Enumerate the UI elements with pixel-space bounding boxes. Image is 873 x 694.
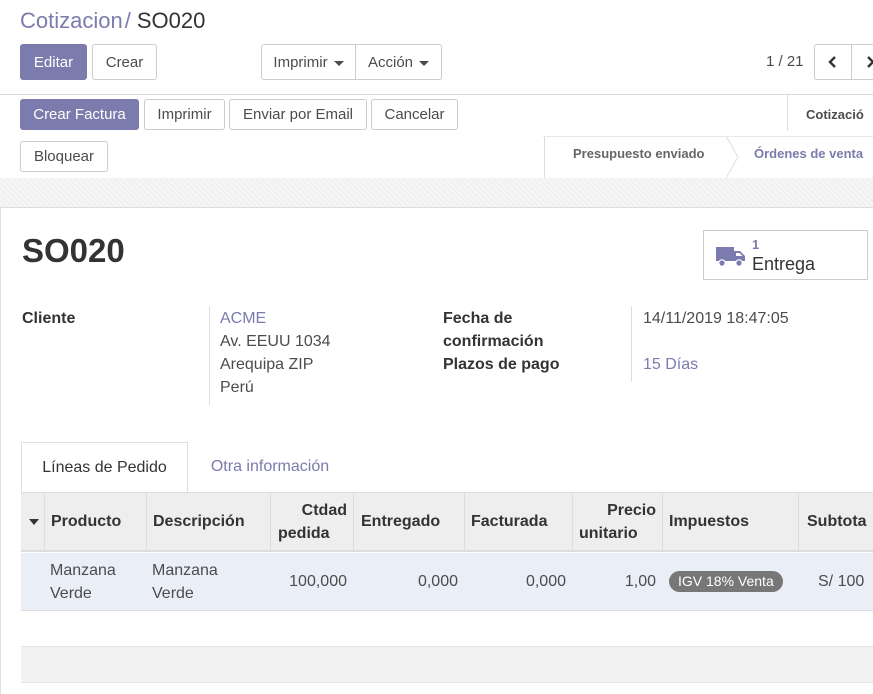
column-header-subtotal[interactable]: Subtota: [807, 510, 867, 533]
cancel-button[interactable]: Cancelar: [371, 99, 458, 130]
print-button[interactable]: Imprimir: [144, 99, 225, 130]
breadcrumb-current: SO020: [136, 8, 206, 33]
column-separator: [464, 493, 465, 551]
caret-down-icon: [333, 60, 344, 66]
confirmation-date-label-line2: confirmación: [443, 333, 544, 350]
table-row[interactable]: Manzana Verde Manzana Verde 100,000 0,00…: [21, 553, 873, 611]
field-separator: [631, 306, 632, 382]
action-dropdown-button[interactable]: Acción: [355, 44, 442, 80]
column-header-qty[interactable]: Ctdad pedida: [278, 499, 347, 545]
customer-address-line: Perú: [220, 379, 254, 396]
column-separator: [662, 493, 663, 551]
empty-table-row[interactable]: [21, 611, 873, 647]
tab-order-lines[interactable]: Líneas de Pedido: [21, 442, 188, 493]
create-button[interactable]: Crear: [92, 44, 157, 80]
row-unit-price[interactable]: 1,00: [578, 570, 656, 593]
caret-down-icon[interactable]: [28, 518, 40, 526]
column-separator: [146, 493, 147, 551]
column-header-unit-price[interactable]: Precio unitario: [579, 499, 656, 545]
column-separator: [353, 493, 354, 551]
create-invoice-button[interactable]: Crear Factura: [20, 99, 139, 130]
row-product-line2: Verde: [50, 585, 92, 602]
table-header: Producto Descripción Ctdad pedida Entreg…: [21, 492, 873, 552]
row-subtotal[interactable]: S/ 100: [818, 570, 864, 593]
pager-next-button[interactable]: [851, 44, 873, 80]
form-sheet-background: [0, 178, 873, 208]
edit-button[interactable]: Editar: [20, 44, 87, 80]
payment-terms-link[interactable]: 15 Días: [643, 356, 698, 374]
delivery-count: 1: [752, 237, 760, 252]
action-dropdown-label: Acción: [367, 53, 414, 71]
column-header-qty-line1: Ctdad: [301, 502, 347, 519]
column-separator: [44, 493, 45, 551]
stage-sales-order[interactable]: Órdenes de venta: [754, 146, 863, 161]
stage-quotation-sent[interactable]: Presupuesto enviado: [573, 146, 704, 161]
row-qty[interactable]: 100,000: [277, 570, 347, 593]
row-description[interactable]: Manzana Verde: [152, 559, 218, 605]
confirmation-date-label: Fecha de: [443, 310, 513, 327]
field-separator: [209, 306, 210, 405]
customer-label: Cliente: [22, 310, 76, 327]
print-dropdown-label: Imprimir: [273, 53, 328, 71]
column-header-product[interactable]: Producto: [51, 510, 121, 533]
delivery-label: Entrega: [752, 254, 816, 274]
status-quotation-label: Cotizació: [806, 107, 864, 122]
chevron-right-icon: [867, 56, 873, 68]
row-product-line1: Manzana: [50, 562, 116, 579]
column-header-invoiced[interactable]: Facturada: [471, 510, 547, 533]
column-separator: [572, 493, 573, 551]
column-header-taxes[interactable]: Impuestos: [669, 510, 749, 533]
customer-link[interactable]: ACME: [220, 310, 266, 328]
breadcrumb: Cotizacion/SO020: [20, 8, 205, 34]
customer-address-line: Arequipa ZIP: [220, 356, 314, 373]
column-header-price-line2: unitario: [579, 525, 638, 542]
column-header-price-line1: Precio: [607, 502, 656, 519]
stage-arrow-separator: [725, 136, 739, 178]
tab-other-info[interactable]: Otra información: [195, 442, 345, 492]
pager-previous-button[interactable]: [814, 44, 852, 80]
chevron-left-icon: [828, 56, 836, 68]
lock-button[interactable]: Bloquear: [20, 141, 108, 172]
payment-terms-label: Plazos de pago: [443, 356, 560, 373]
breadcrumb-parent-link[interactable]: Cotizacion: [20, 8, 123, 33]
breadcrumb-separator: /: [124, 8, 131, 33]
truck-icon: [716, 247, 745, 267]
record-title: SO020: [22, 232, 125, 269]
confirmation-date-value: 14/11/2019 18:47:05: [643, 310, 789, 327]
control-panel-divider: [0, 94, 873, 95]
status-bar: Presupuesto enviado Órdenes de venta: [544, 136, 873, 178]
row-description-line2: Verde: [152, 585, 194, 602]
empty-table-row[interactable]: [21, 647, 873, 683]
row-product[interactable]: Manzana Verde: [50, 559, 116, 605]
row-delivered[interactable]: 0,000: [360, 570, 458, 593]
caret-down-icon: [419, 60, 430, 66]
row-description-line1: Manzana: [152, 562, 218, 579]
tax-badge[interactable]: IGV 18% Venta: [669, 571, 783, 592]
customer-address-line: Av. EEUU 1034: [220, 333, 331, 350]
row-invoiced[interactable]: 0,000: [470, 570, 566, 593]
print-dropdown-button[interactable]: Imprimir: [261, 44, 356, 80]
send-email-button[interactable]: Enviar por Email: [229, 99, 367, 130]
column-header-qty-line2: pedida: [278, 525, 330, 542]
column-separator: [798, 493, 799, 551]
column-separator: [270, 493, 271, 551]
pager-value[interactable]: 1 / 21: [766, 53, 804, 70]
column-header-delivered[interactable]: Entregado: [361, 510, 440, 533]
statusbar-divider: [787, 95, 788, 131]
column-header-description[interactable]: Descripción: [153, 510, 245, 533]
statusbar-top-line: [543, 136, 873, 137]
delivery-smart-button[interactable]: 1 Entrega: [703, 230, 868, 280]
